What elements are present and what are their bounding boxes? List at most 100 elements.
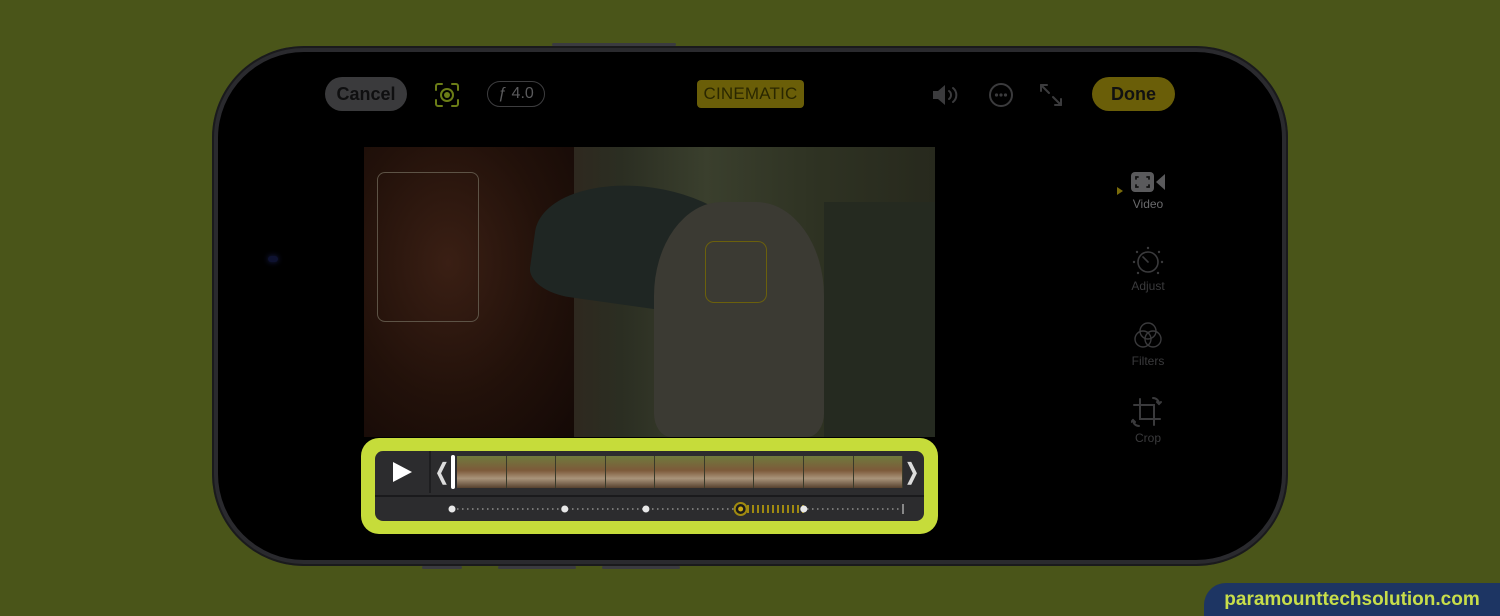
- frame-thumbnail: [704, 456, 755, 488]
- track-tick: [682, 508, 684, 510]
- track-tick: [557, 508, 559, 510]
- track-tick: [887, 508, 889, 510]
- track-tick: [882, 508, 884, 510]
- track-tick: [652, 508, 654, 510]
- track-tick: [612, 508, 614, 510]
- track-tick: [762, 505, 764, 513]
- track-tick: [497, 508, 499, 510]
- track-tick: [462, 508, 464, 510]
- phone-screen: Cancel ƒ 4.0 CINEMATIC Done Video Adjust…: [218, 52, 1282, 560]
- trim-handle-left[interactable]: ❬: [431, 451, 453, 493]
- frame-thumbnail: [803, 456, 854, 488]
- tool-label: Adjust: [1131, 279, 1165, 293]
- tool-crop[interactable]: Crop: [1108, 396, 1188, 445]
- aperture-button[interactable]: ƒ 4.0: [487, 81, 545, 107]
- track-tick: [822, 508, 824, 510]
- frame-thumbnail: [605, 456, 656, 488]
- track-tick: [632, 508, 634, 510]
- track-tick: [697, 508, 699, 510]
- selected-focus-point-center: [738, 506, 744, 512]
- track-tick: [527, 508, 529, 510]
- playhead[interactable]: [451, 455, 455, 489]
- frame-thumbnails: [457, 456, 904, 488]
- track-tick: [812, 508, 814, 510]
- phone-frame: Cancel ƒ 4.0 CINEMATIC Done Video Adjust…: [212, 43, 1288, 569]
- track-tick: [692, 508, 694, 510]
- speaker-icon[interactable]: [930, 82, 960, 108]
- track-tick: [732, 508, 734, 510]
- frame-thumbnail: [853, 456, 904, 488]
- track-tick: [487, 508, 489, 510]
- track-tick: [537, 508, 539, 510]
- focus-point[interactable]: [561, 505, 569, 513]
- selected-indicator-icon: [1117, 187, 1123, 195]
- tool-video[interactable]: Video: [1108, 170, 1188, 211]
- track-tick: [577, 508, 579, 510]
- focus-point[interactable]: [448, 505, 456, 513]
- track-tick: [542, 508, 544, 510]
- play-icon: [393, 462, 412, 482]
- focus-point-track[interactable]: [375, 495, 924, 521]
- tool-label: Filters: [1131, 354, 1165, 368]
- track-tick: [582, 508, 584, 510]
- track-tick: [687, 508, 689, 510]
- track-tick: [592, 508, 594, 510]
- track-divider: [375, 495, 924, 497]
- track-tick: [797, 505, 799, 513]
- track-tick: [672, 508, 674, 510]
- video-background-cabin: [824, 202, 935, 437]
- track-tick: [707, 508, 709, 510]
- done-button[interactable]: Done: [1092, 77, 1175, 111]
- track-tick: [662, 508, 664, 510]
- frame-thumbnail: [754, 456, 804, 488]
- watermark: paramounttechsolution.com: [1204, 583, 1500, 616]
- trim-handle-right[interactable]: ❭: [902, 451, 922, 493]
- track-tick: [522, 508, 524, 510]
- focus-point[interactable]: [800, 505, 808, 513]
- more-icon[interactable]: [988, 82, 1014, 108]
- frame-thumbnail: [457, 456, 507, 488]
- focus-point[interactable]: [642, 505, 650, 513]
- video-subject-person: [654, 202, 824, 437]
- track-tick: [857, 508, 859, 510]
- track-tick: [502, 508, 504, 510]
- track-tick: [507, 508, 509, 510]
- track-tick: [717, 508, 719, 510]
- filters-icon: [1134, 322, 1162, 348]
- filmstrip[interactable]: ❬ ❭: [431, 451, 924, 493]
- tool-adjust[interactable]: Adjust: [1108, 246, 1188, 293]
- track-tick: [627, 508, 629, 510]
- frame-thumbnail: [556, 456, 606, 488]
- track-tick: [842, 508, 844, 510]
- track-tick: [477, 508, 479, 510]
- track-tick: [817, 508, 819, 510]
- track-tick: [677, 508, 679, 510]
- video-timeline[interactable]: ❬ ❭: [375, 451, 924, 521]
- track-tick: [847, 508, 849, 510]
- focus-lock-icon[interactable]: [434, 82, 460, 108]
- phone-bottom-button: [422, 566, 462, 569]
- video-preview[interactable]: [364, 147, 935, 437]
- cinematic-mode-badge[interactable]: CINEMATIC: [697, 80, 804, 108]
- track-tick: [587, 508, 589, 510]
- crop-rotate-icon: [1131, 397, 1162, 427]
- track-tick: [467, 508, 469, 510]
- focus-target-box[interactable]: [377, 172, 479, 322]
- track-tick: [782, 505, 784, 513]
- track-tick: [667, 508, 669, 510]
- frame-thumbnail: [655, 456, 705, 488]
- track-tick: [752, 505, 754, 513]
- expand-icon[interactable]: [1038, 82, 1064, 108]
- track-tick: [777, 505, 779, 513]
- play-button[interactable]: [375, 451, 431, 493]
- track-tick: [602, 508, 604, 510]
- active-focus-target-box[interactable]: [705, 241, 767, 303]
- tool-label: Crop: [1134, 431, 1161, 445]
- tool-filters[interactable]: Filters: [1108, 321, 1188, 368]
- track-tick: [482, 508, 484, 510]
- cancel-button[interactable]: Cancel: [325, 77, 407, 111]
- track-tick: [637, 508, 639, 510]
- track-tick: [702, 508, 704, 510]
- track-tick: [472, 508, 474, 510]
- track-tick: [622, 508, 624, 510]
